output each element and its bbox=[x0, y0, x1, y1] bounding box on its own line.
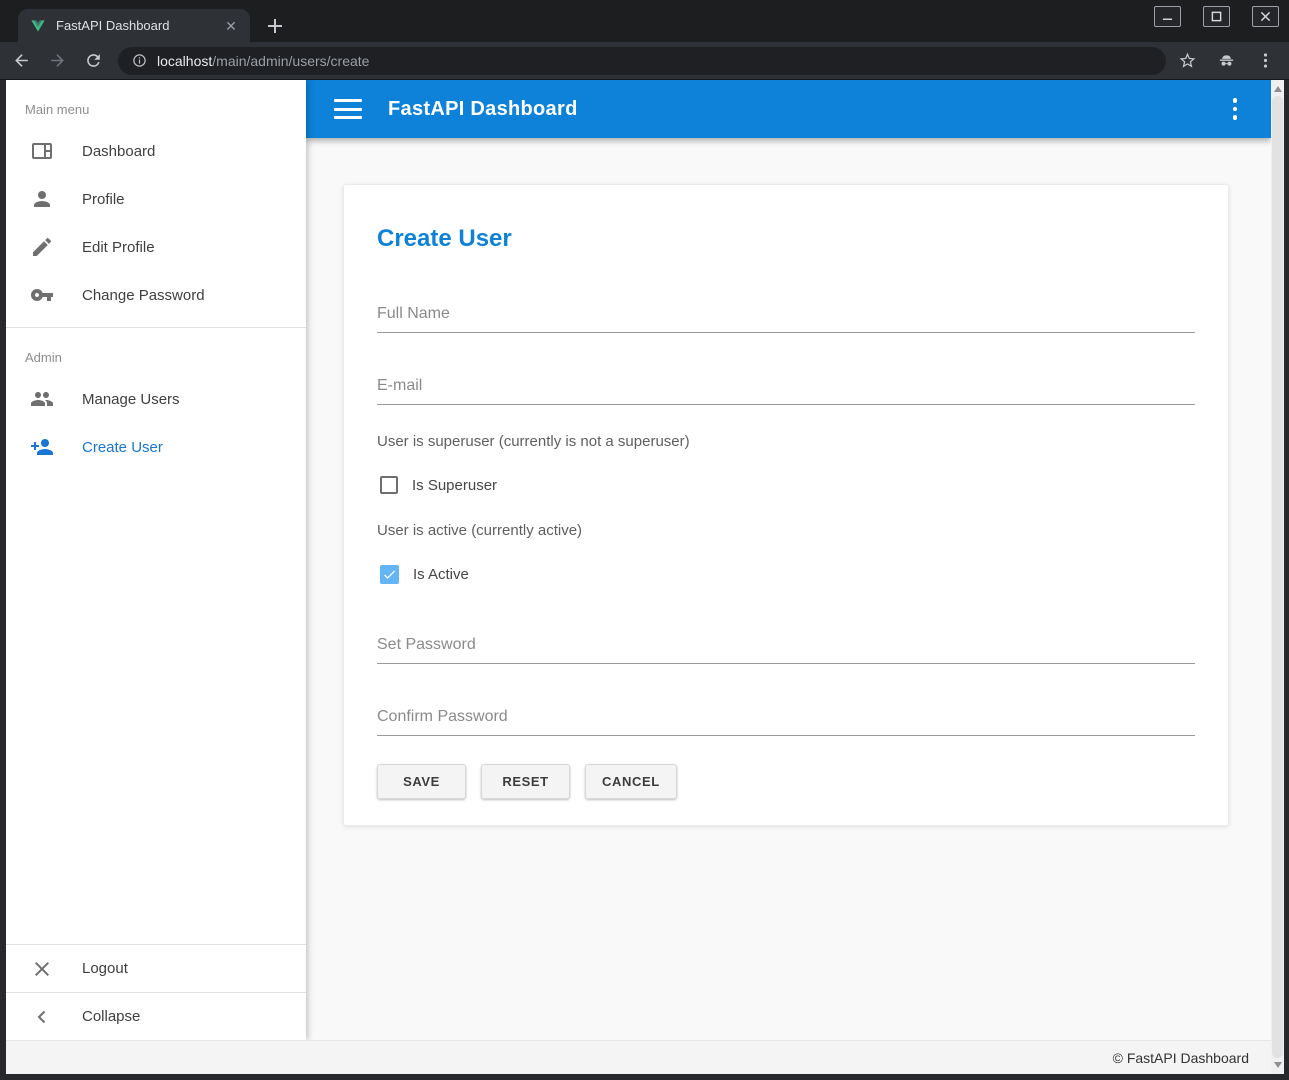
sidebar-item-edit-profile[interactable]: Edit Profile bbox=[6, 223, 306, 271]
main-content: Create User User is superuser (currently… bbox=[306, 138, 1271, 1040]
bookmark-star-icon[interactable] bbox=[1178, 51, 1197, 70]
sidebar-item-label: Manage Users bbox=[82, 391, 180, 408]
vue-favicon-icon bbox=[30, 18, 46, 34]
window-controls bbox=[1154, 6, 1279, 27]
scroll-down-icon[interactable] bbox=[1271, 1058, 1284, 1072]
tab-title: FastAPI Dashboard bbox=[56, 18, 222, 33]
sidebar-item-label: Logout bbox=[82, 960, 128, 977]
close-window-button[interactable] bbox=[1252, 6, 1279, 27]
checkbox-label: Is Superuser bbox=[412, 477, 497, 494]
maximize-button[interactable] bbox=[1203, 6, 1230, 27]
page-title: Create User bbox=[377, 225, 1195, 253]
sidebar-item-label: Collapse bbox=[82, 1008, 140, 1025]
scrollbar-thumb[interactable] bbox=[1272, 96, 1283, 1058]
people-icon bbox=[30, 387, 54, 411]
sidebar-item-label: Profile bbox=[82, 191, 125, 208]
sidebar-item-label: Change Password bbox=[82, 287, 205, 304]
browser-tab-strip: FastAPI Dashboard ✕ bbox=[0, 0, 1289, 42]
confirm-password-field[interactable] bbox=[377, 704, 1195, 736]
browser-tab[interactable]: FastAPI Dashboard ✕ bbox=[18, 9, 250, 42]
set-password-field[interactable] bbox=[377, 632, 1195, 664]
create-user-card: Create User User is superuser (currently… bbox=[343, 184, 1229, 826]
toolbar-actions bbox=[1178, 51, 1275, 70]
hamburger-menu-icon[interactable] bbox=[334, 99, 362, 119]
email-field[interactable] bbox=[377, 373, 1195, 405]
new-tab-button[interactable] bbox=[262, 13, 288, 39]
sidebar-item-collapse[interactable]: Collapse bbox=[6, 992, 306, 1040]
form-actions: SAVE RESET CANCEL bbox=[377, 764, 1195, 799]
sidebar-section-header: Admin bbox=[6, 328, 306, 375]
forward-button[interactable] bbox=[42, 46, 72, 76]
incognito-icon bbox=[1217, 51, 1236, 70]
vertical-scrollbar[interactable] bbox=[1271, 80, 1284, 1074]
reload-button[interactable] bbox=[78, 46, 108, 76]
footer-copyright: © FastAPI Dashboard bbox=[1113, 1050, 1249, 1066]
url-host: localhost bbox=[157, 53, 212, 69]
browser-toolbar: localhost/main/admin/users/create bbox=[0, 42, 1289, 80]
sidebar-item-manage-users[interactable]: Manage Users bbox=[6, 375, 306, 423]
dashboard-icon bbox=[30, 139, 54, 163]
scroll-up-icon[interactable] bbox=[1271, 82, 1284, 96]
sidebar-section-header: Main menu bbox=[6, 80, 306, 127]
footer: © FastAPI Dashboard bbox=[6, 1040, 1271, 1074]
appbar-kebab-icon[interactable] bbox=[1233, 98, 1238, 120]
check-icon bbox=[382, 567, 397, 582]
is-superuser-row[interactable]: Is Superuser bbox=[377, 476, 1195, 494]
back-button[interactable] bbox=[6, 46, 36, 76]
tab-close-icon[interactable]: ✕ bbox=[222, 17, 240, 35]
person-add-icon bbox=[30, 435, 54, 459]
minimize-button[interactable] bbox=[1154, 6, 1181, 27]
sidebar-item-create-user[interactable]: Create User bbox=[6, 423, 306, 471]
sidebar-item-profile[interactable]: Profile bbox=[6, 175, 306, 223]
active-note: User is active (currently active) bbox=[377, 522, 1195, 539]
reset-button[interactable]: RESET bbox=[481, 764, 570, 799]
is-active-checkbox[interactable] bbox=[380, 565, 399, 584]
sidebar: Main menu Dashboard Profile Edit Profile… bbox=[6, 80, 306, 1040]
sidebar-item-label: Edit Profile bbox=[82, 239, 155, 256]
page-info-icon[interactable] bbox=[132, 53, 147, 68]
chevron-left-icon bbox=[30, 1005, 54, 1029]
is-superuser-checkbox[interactable] bbox=[380, 476, 398, 494]
sidebar-item-dashboard[interactable]: Dashboard bbox=[6, 127, 306, 175]
save-button[interactable]: SAVE bbox=[377, 764, 466, 799]
is-active-row[interactable]: Is Active bbox=[377, 565, 1195, 584]
appbar: FastAPI Dashboard bbox=[306, 80, 1271, 138]
cancel-button[interactable]: CANCEL bbox=[585, 764, 677, 799]
sidebar-item-label: Create User bbox=[82, 439, 163, 456]
full-name-field[interactable] bbox=[377, 301, 1195, 333]
superuser-note: User is superuser (currently is not a su… bbox=[377, 433, 1195, 450]
url-bar[interactable]: localhost/main/admin/users/create bbox=[118, 47, 1166, 75]
sidebar-item-logout[interactable]: Logout bbox=[6, 944, 306, 992]
appbar-title: FastAPI Dashboard bbox=[388, 98, 578, 121]
sidebar-item-label: Dashboard bbox=[82, 143, 155, 160]
checkbox-label: Is Active bbox=[413, 566, 469, 583]
sidebar-item-change-password[interactable]: Change Password bbox=[6, 271, 306, 319]
url-path: /main/admin/users/create bbox=[212, 53, 369, 69]
key-icon bbox=[30, 283, 54, 307]
page: Main menu Dashboard Profile Edit Profile… bbox=[6, 80, 1284, 1074]
sidebar-bottom: Logout Collapse bbox=[6, 944, 306, 1040]
person-icon bbox=[30, 187, 54, 211]
browser-menu-kebab-icon[interactable] bbox=[1256, 51, 1275, 70]
close-icon bbox=[30, 957, 54, 981]
url-text: localhost/main/admin/users/create bbox=[157, 53, 369, 69]
pencil-icon bbox=[30, 235, 54, 259]
